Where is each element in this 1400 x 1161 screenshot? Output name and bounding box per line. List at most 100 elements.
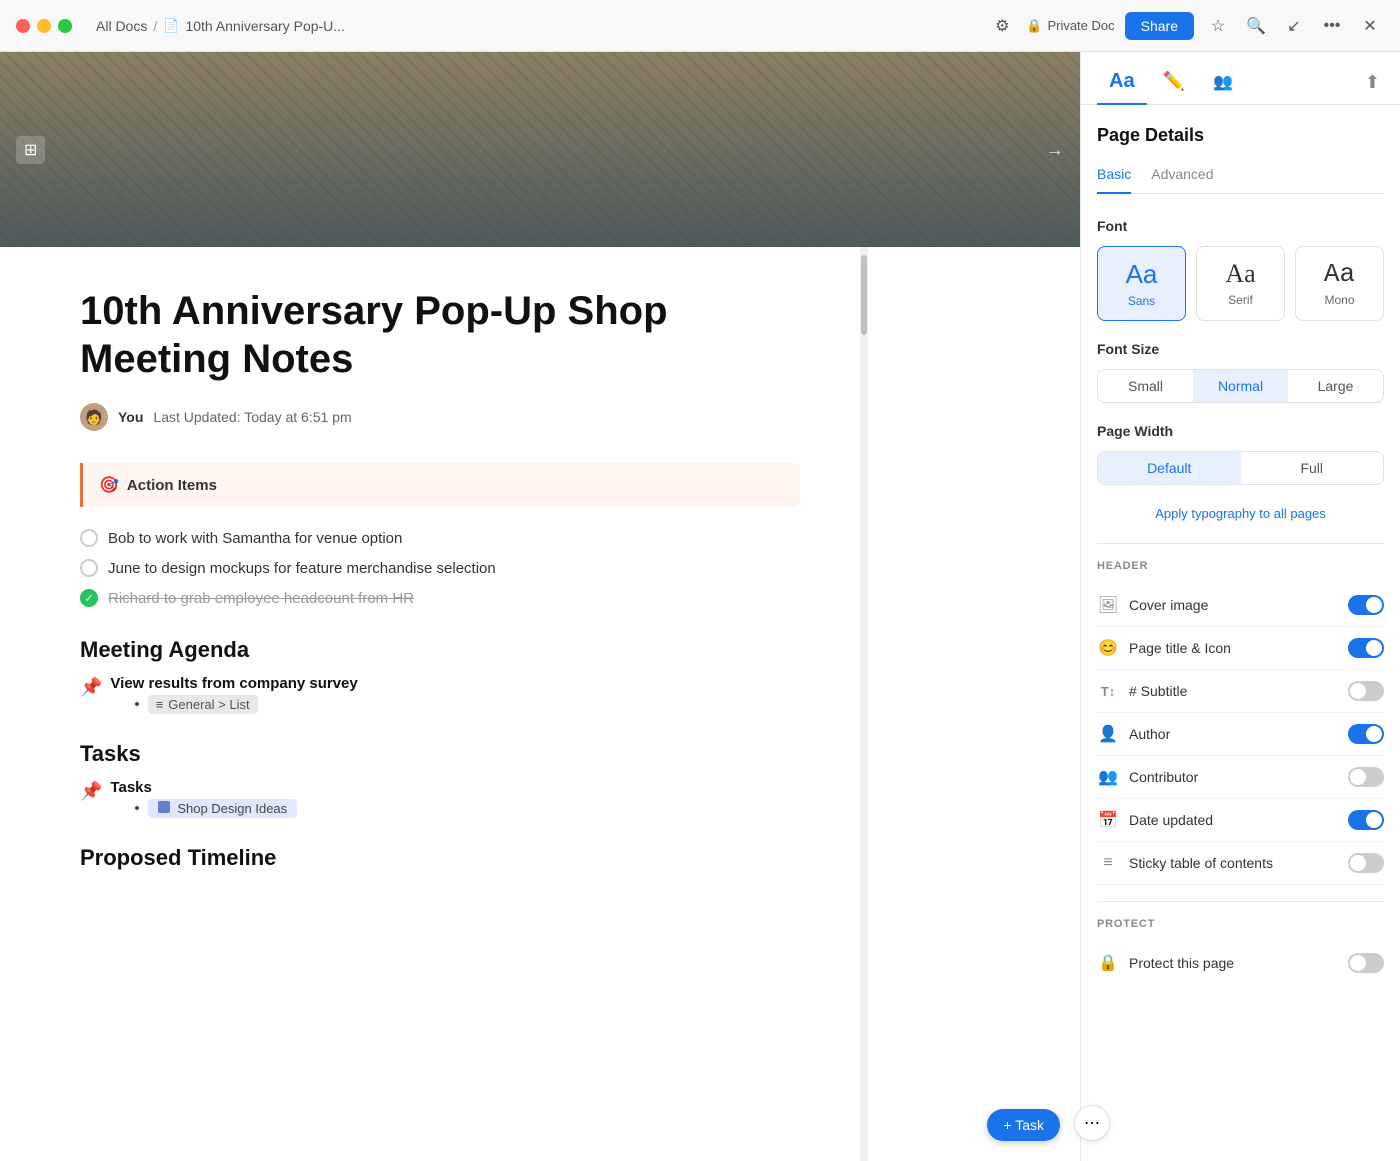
content-area: ⊞ → 10th Anniversary Pop-Up ShopMeeting … — [0, 52, 1080, 1161]
font-option-sans[interactable]: Aa Sans — [1097, 246, 1186, 321]
star-icon-btn[interactable]: ☆ — [1204, 12, 1232, 40]
date-updated-icon: 📅 — [1097, 809, 1119, 831]
tasks-bullet-item: • Shop Design Ideas — [134, 796, 297, 821]
doc-updated: Last Updated: Today at 6:51 pm — [153, 409, 351, 425]
cover-image-toggle[interactable] — [1348, 595, 1384, 615]
toggle-cover-image: 🖼 Cover image — [1097, 584, 1384, 627]
page-title-icon-label: Page title & Icon — [1129, 640, 1348, 656]
toggle-protect-page: 🔒 Protect this page — [1097, 942, 1384, 984]
panel-tab-collab[interactable]: 👥 — [1201, 62, 1245, 104]
close-panel-icon-btn[interactable]: ✕ — [1356, 12, 1384, 40]
maximize-button[interactable] — [58, 19, 72, 33]
breadcrumb-separator: / — [153, 18, 157, 34]
tasks-bullet-list: • Shop Design Ideas — [134, 796, 297, 821]
page-width-options: Default Full — [1097, 451, 1384, 485]
sub-tab-basic[interactable]: Basic — [1097, 166, 1131, 194]
expand-icon-btn[interactable]: ↙ — [1280, 12, 1308, 40]
list-icon: ≡ — [156, 697, 164, 712]
font-aa-serif: Aa — [1225, 259, 1255, 289]
pin-icon-tasks: 📌 — [80, 781, 102, 802]
check-unchecked-icon[interactable] — [80, 559, 98, 577]
subtitle-toggle[interactable] — [1348, 681, 1384, 701]
action-items-block: 🎯 Action Items — [80, 463, 800, 507]
cover-arrow-icon: → — [1046, 139, 1064, 160]
more-icon-btn[interactable]: ••• — [1318, 12, 1346, 40]
sub-tabs: Basic Advanced — [1097, 166, 1384, 194]
titlebar-actions: ⚙ 🔒 Private Doc Share ☆ 🔍 ↙ ••• ✕ — [988, 12, 1384, 40]
doc-meta: 🧑 You Last Updated: Today at 6:51 pm — [80, 403, 800, 431]
panel-divider — [1097, 543, 1384, 544]
subtitle-icon: T↕ — [1097, 680, 1119, 702]
protect-page-toggle[interactable] — [1348, 953, 1384, 973]
task-tag-text: Shop Design Ideas — [177, 801, 287, 816]
apply-typography-link[interactable]: Apply typography to all pages — [1155, 506, 1326, 521]
check-checked-icon[interactable]: ✓ — [80, 589, 98, 607]
task-square-icon — [158, 801, 170, 813]
privacy-badge[interactable]: 🔒 Private Doc — [1026, 18, 1114, 34]
breadcrumb-doc-name[interactable]: 10th Anniversary Pop-U... — [185, 18, 345, 34]
scroll-track[interactable] — [860, 247, 868, 1161]
font-label: Font — [1097, 218, 1384, 234]
doc-title[interactable]: 10th Anniversary Pop-Up ShopMeeting Note… — [80, 287, 800, 383]
panel-tab-text[interactable]: Aa — [1097, 60, 1147, 105]
protect-page-label: Protect this page — [1129, 955, 1348, 971]
sub-tab-advanced[interactable]: Advanced — [1151, 166, 1213, 194]
share-button[interactable]: Share — [1125, 12, 1194, 40]
font-option-mono[interactable]: Aa Mono — [1295, 246, 1384, 321]
agenda-item-title: View results from company survey — [110, 675, 357, 692]
subtitle-label: # Subtitle — [1129, 683, 1348, 699]
size-normal[interactable]: Normal — [1193, 370, 1288, 402]
panel-tabs: Aa ✏️ 👥 ⬆ — [1081, 52, 1400, 105]
size-large[interactable]: Large — [1288, 370, 1383, 402]
checklist-item-text-done: Richard to grab employee headcount from … — [108, 590, 414, 607]
close-button[interactable] — [16, 19, 30, 33]
settings-icon-btn[interactable]: ⚙ — [988, 12, 1016, 40]
task-tag[interactable]: Shop Design Ideas — [148, 799, 297, 818]
font-option-serif[interactable]: Aa Serif — [1196, 246, 1285, 321]
width-full[interactable]: Full — [1241, 452, 1384, 484]
minimize-button[interactable] — [37, 19, 51, 33]
page-title-toggle[interactable] — [1348, 638, 1384, 658]
sticky-toc-label: Sticky table of contents — [1129, 855, 1348, 871]
checklist-item[interactable]: June to design mockups for feature merch… — [80, 553, 800, 583]
breadcrumb-doc-icon: 📄 — [163, 18, 179, 34]
checklist-item[interactable]: Bob to work with Samantha for venue opti… — [80, 523, 800, 553]
font-name-serif: Serif — [1228, 293, 1253, 307]
panel-divider-2 — [1097, 901, 1384, 902]
panel-export-btn[interactable]: ⬆ — [1361, 68, 1384, 97]
checklist-item[interactable]: ✓ Richard to grab employee headcount fro… — [80, 583, 800, 613]
dots-button[interactable]: ⋯ — [1074, 1105, 1110, 1141]
search-icon-btn[interactable]: 🔍 — [1242, 12, 1270, 40]
task-button[interactable]: + Task — [987, 1109, 1060, 1141]
cover-image-icon: 🖼 — [1097, 594, 1119, 616]
traffic-lights — [16, 19, 72, 33]
doc-author: You — [118, 409, 143, 425]
agenda-bullet-list: • ≡ General > List — [134, 692, 357, 717]
panel-title: Page Details — [1097, 125, 1384, 146]
action-items-emoji: 🎯 — [99, 475, 119, 495]
width-default[interactable]: Default — [1098, 452, 1241, 484]
checklist-item-text: June to design mockups for feature merch… — [108, 560, 496, 577]
bullet-dot: • — [134, 800, 139, 817]
date-updated-toggle[interactable] — [1348, 810, 1384, 830]
author-icon: 👤 — [1097, 723, 1119, 745]
main-layout: ⊞ → 10th Anniversary Pop-Up ShopMeeting … — [0, 52, 1400, 1161]
checklist: Bob to work with Samantha for venue opti… — [80, 523, 800, 613]
size-small[interactable]: Small — [1098, 370, 1193, 402]
check-unchecked-icon[interactable] — [80, 529, 98, 547]
breadcrumb-all-docs[interactable]: All Docs — [96, 18, 147, 34]
right-panel: Aa ✏️ 👥 ⬆ Page Details Basic Advanced Fo… — [1080, 52, 1400, 1161]
bullet-dot: • — [134, 696, 139, 713]
section-tasks: Tasks — [80, 741, 800, 767]
sticky-toc-toggle[interactable] — [1348, 853, 1384, 873]
lock-icon: 🔒 — [1026, 18, 1042, 34]
toggle-date-updated: 📅 Date updated — [1097, 799, 1384, 842]
list-tag[interactable]: ≡ General > List — [148, 695, 258, 714]
date-updated-label: Date updated — [1129, 812, 1348, 828]
panel-tab-style[interactable]: ✏️ — [1151, 61, 1197, 104]
contributor-toggle[interactable] — [1348, 767, 1384, 787]
panel-content: Page Details Basic Advanced Font Aa Sans… — [1081, 105, 1400, 1161]
author-toggle[interactable] — [1348, 724, 1384, 744]
doc-content: 10th Anniversary Pop-Up ShopMeeting Note… — [0, 247, 860, 1161]
sidebar-toggle-btn[interactable]: ⊞ — [16, 136, 45, 164]
